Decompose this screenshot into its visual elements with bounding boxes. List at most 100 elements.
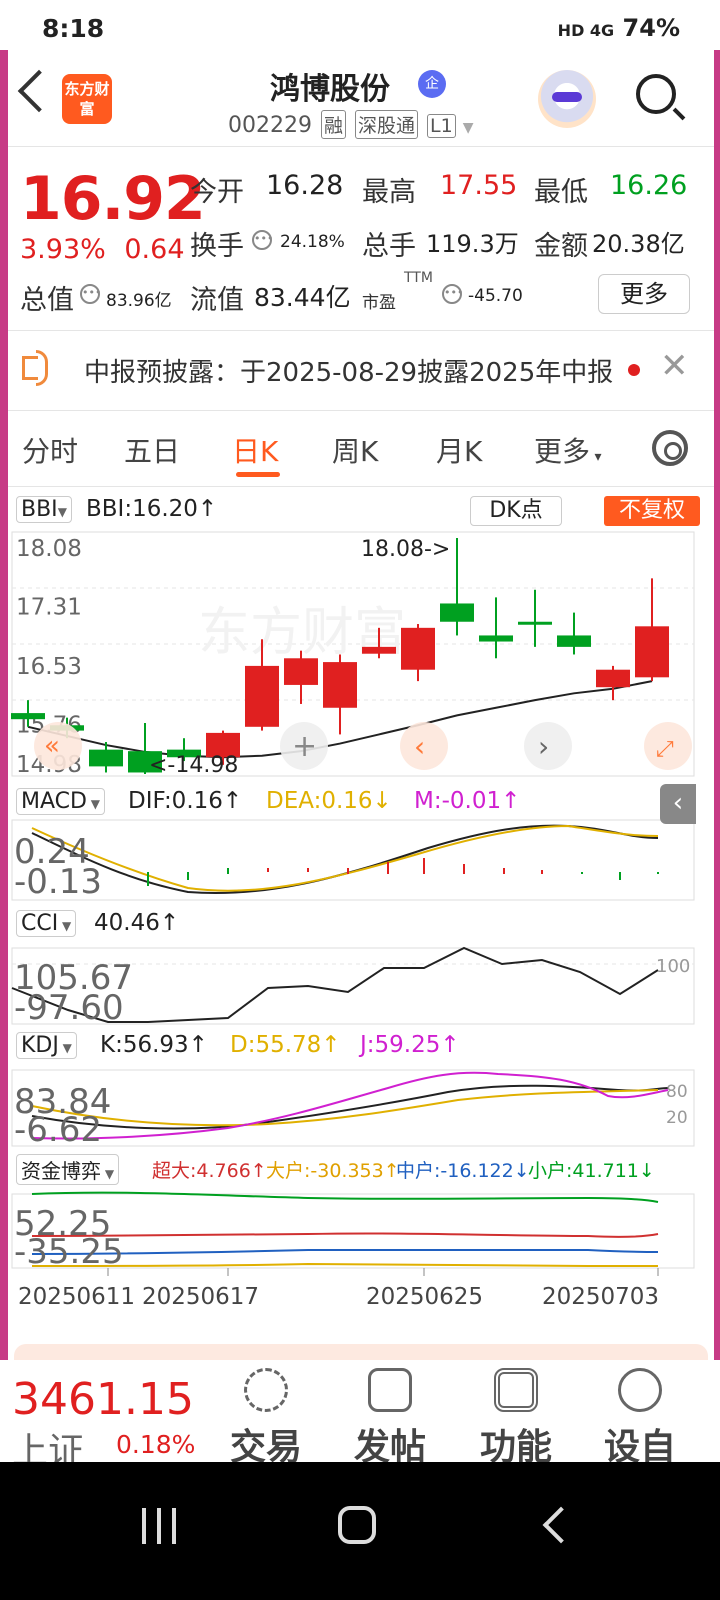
recent-apps-icon[interactable] (142, 1508, 176, 1544)
double-left-icon: « (44, 731, 60, 761)
candle-body (362, 646, 396, 654)
turnover-label: 换手 (190, 231, 244, 262)
macd-frame (11, 819, 695, 901)
bottom-bar: 3461.15 上证 0.18% 交易 发帖 功能 设自 (8, 1360, 714, 1472)
tab-monthly-k[interactable]: 月K (436, 430, 482, 470)
divider (8, 486, 714, 487)
tag-margin: 融 (320, 110, 346, 139)
candle-body (440, 603, 474, 622)
amount-label: 金额 (534, 231, 588, 262)
x-axis-ticks (107, 1268, 659, 1276)
capital-large: 大户:-30.353↑ (266, 1160, 400, 1182)
pe-value: -45.70 (468, 286, 523, 306)
tag-connect: 深股通 (355, 110, 419, 139)
report-notice[interactable]: 中报预披露：于2025-08-29披露2025年中报 ✕ (8, 332, 714, 408)
pe-ttm-label: TTM (404, 270, 433, 286)
tab-weekly-k[interactable]: 周K (332, 430, 378, 470)
tab-intraday[interactable]: 分时 (22, 430, 78, 470)
more-button[interactable]: 更多 (598, 274, 690, 314)
change-percent: 3.93% (20, 234, 106, 265)
candle-body (11, 713, 45, 720)
kdj-select[interactable]: KDJ ▼ (16, 1032, 77, 1059)
step-right-button[interactable]: › (524, 722, 572, 770)
pe-info-icon[interactable]: ••• (442, 284, 463, 304)
tab-daily-k[interactable]: 日K (232, 430, 278, 470)
capital-small: 小户:41.711↓ (528, 1160, 655, 1182)
macd-dea-line (31, 824, 659, 892)
system-back-icon[interactable] (542, 1506, 580, 1544)
index-value[interactable]: 3461.15 (12, 1374, 194, 1425)
large-holder-line (31, 1262, 658, 1267)
home-icon[interactable] (338, 1506, 376, 1544)
candle-body (323, 662, 357, 708)
total-cap-info-icon[interactable]: ••• (80, 284, 101, 304)
app-logo[interactable]: 东方财富 (62, 74, 112, 124)
tab-more[interactable]: 更多 ▾ (534, 430, 602, 470)
float-cap-label: 流值 (190, 285, 244, 316)
amount-value: 20.38亿 (592, 230, 685, 258)
notice-unread-dot (628, 364, 640, 376)
zoom-in-button[interactable]: + (280, 722, 328, 770)
total-cap-value: 83.96亿 (106, 291, 172, 311)
scroll-left-button[interactable]: « (34, 722, 82, 770)
quote-panel: 16.92 3.93% 0.64 今开 16.28 最高 17.55 最低 16… (8, 146, 714, 330)
tab-five-day[interactable]: 五日 (124, 430, 180, 470)
apps-grid-icon (494, 1368, 538, 1412)
enterprise-badge: 企 (418, 70, 446, 98)
chevron-left-icon: ‹ (414, 730, 425, 763)
side-panel-toggle[interactable]: ‹ (660, 784, 696, 824)
network-indicator: HD 4G (557, 21, 615, 40)
system-nav-bar (0, 1462, 720, 1600)
macd-bars (147, 858, 659, 886)
macd-name: MACD (21, 789, 87, 814)
candle-body (596, 669, 630, 688)
nav-function[interactable]: 功能 (474, 1368, 558, 1468)
high-value: 17.55 (440, 170, 518, 201)
high-label: 最高 (362, 177, 416, 208)
open-value: 16.28 (266, 170, 344, 201)
kdj-frame (11, 1069, 695, 1147)
status-time: 8:18 (42, 14, 105, 43)
nav-custom[interactable]: 设自 (598, 1368, 682, 1468)
candle (635, 578, 669, 682)
y-axis-label: 17.31 (16, 595, 82, 621)
candle-body (401, 627, 435, 670)
right-edge (714, 50, 720, 1360)
cci-y-bottom: -97.60 (14, 988, 124, 1028)
stock-code-line[interactable]: 002229 融 深股通 L1 ▼ (228, 110, 473, 139)
search-icon[interactable] (636, 74, 676, 114)
y-axis-label: 18.08 (16, 536, 82, 562)
macd-y-bottom: -0.13 (14, 862, 102, 902)
date-label: 20250611 (18, 1284, 136, 1310)
capital-select[interactable]: 资金博弈 ▼ (16, 1154, 120, 1185)
y-axis-label: 16.53 (16, 654, 82, 680)
super-large-line (31, 1232, 659, 1238)
kdj-name: KDJ (21, 1033, 59, 1058)
back-icon[interactable] (17, 69, 61, 113)
kline-svg[interactable]: 东方财富 18.0817.3116.5315.7614.98 18.08-> <… (8, 488, 714, 1324)
candle-body (635, 626, 669, 678)
nav-post[interactable]: 发帖 (348, 1368, 432, 1468)
assistant-robot-icon[interactable] (538, 70, 596, 128)
yen-exchange-icon (244, 1368, 288, 1412)
candle-body (89, 749, 123, 767)
close-icon[interactable]: ✕ (660, 346, 689, 386)
kdj-d-line (31, 1089, 659, 1127)
cci-select[interactable]: CCI ▼ (16, 910, 77, 937)
turnover-info-icon[interactable]: ••• (252, 230, 273, 250)
capital-super: 超大:4.766↑ (152, 1160, 267, 1182)
capital-y-bottom: -35.25 (14, 1232, 124, 1272)
candle (557, 612, 591, 655)
status-right: HD 4G 74% (558, 14, 680, 42)
step-left-button[interactable]: ‹ (400, 722, 448, 770)
current-price: 16.92 (20, 164, 206, 234)
gear-icon[interactable] (652, 430, 688, 466)
fullscreen-button[interactable]: ⤢ (644, 722, 692, 770)
macd-select[interactable]: MACD ▼ (16, 788, 105, 815)
expand-icon: ⤢ (656, 737, 674, 762)
tag-level: L1 (427, 114, 456, 138)
search-icon-handle (672, 107, 686, 121)
medium-holder-line (31, 1248, 659, 1255)
index-change: 0.18% (116, 1430, 196, 1459)
nav-trade[interactable]: 交易 (224, 1368, 308, 1468)
